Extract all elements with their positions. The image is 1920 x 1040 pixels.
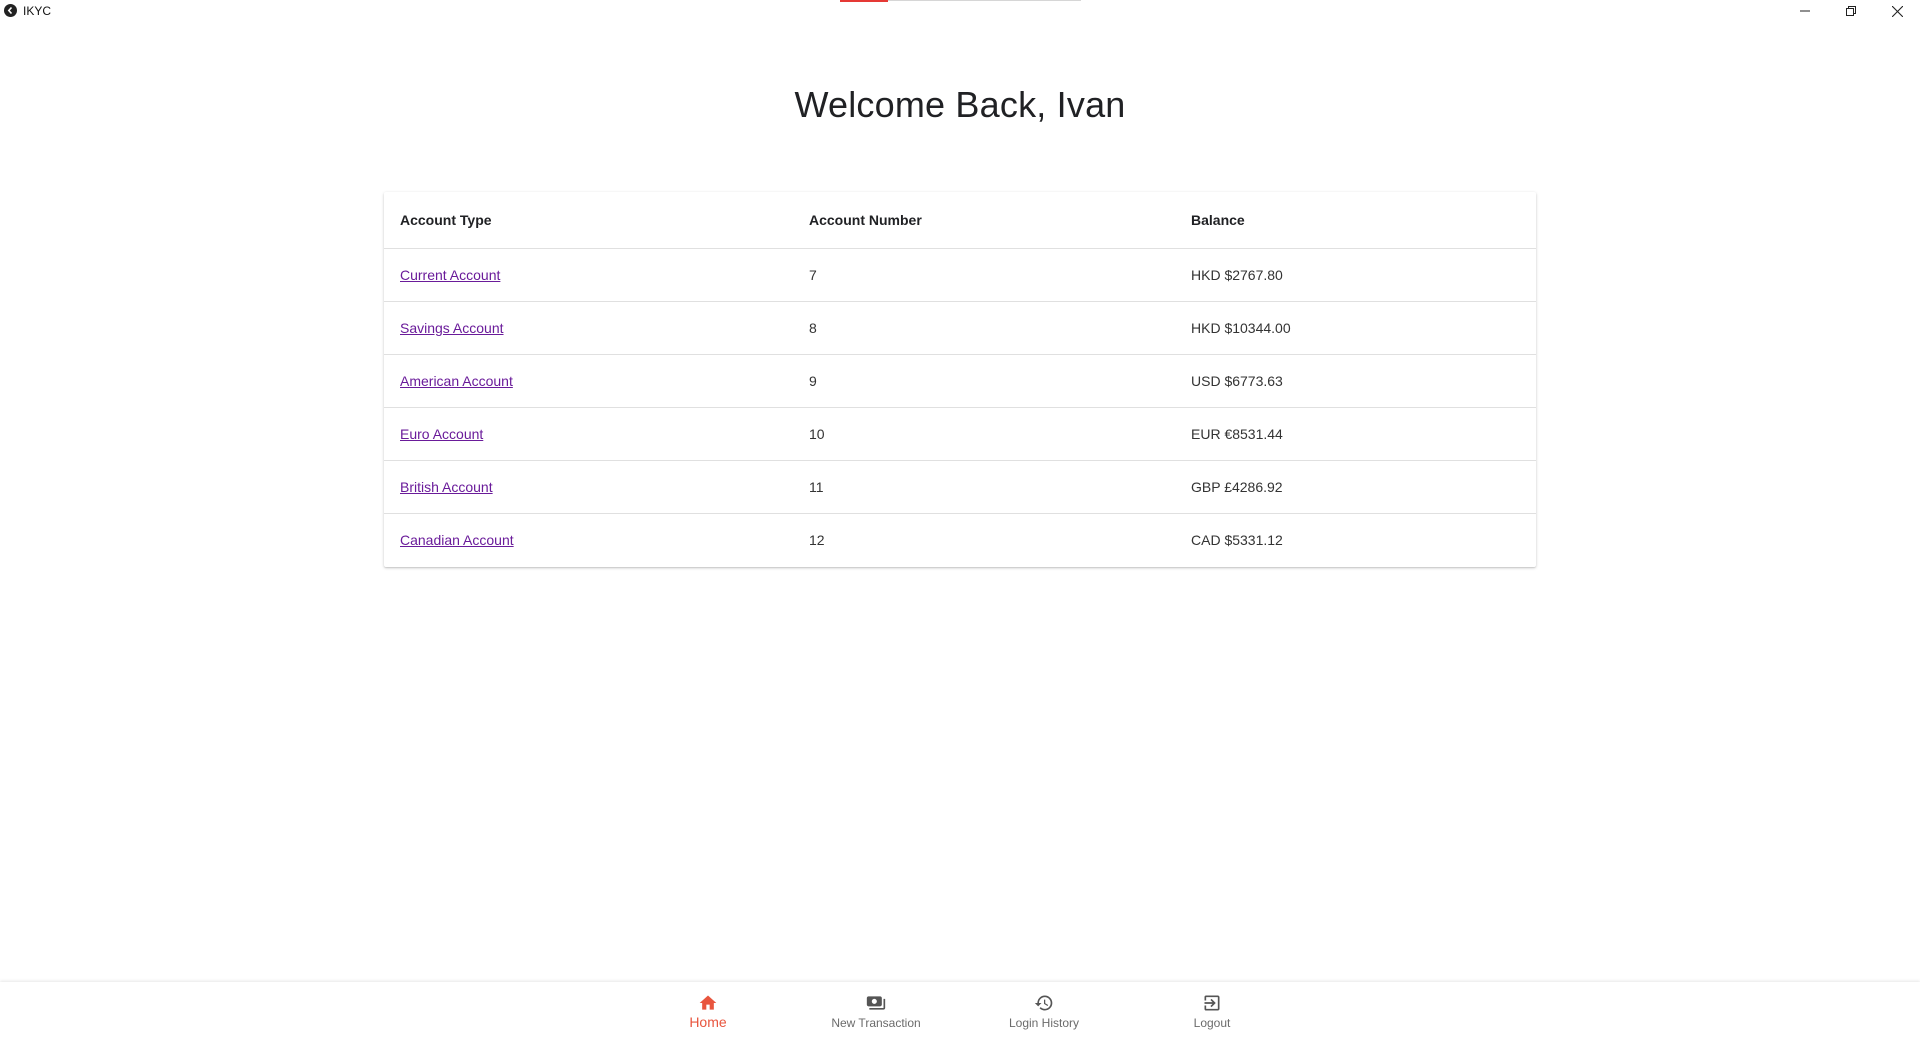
restore-button[interactable] [1828, 0, 1874, 22]
column-header-account-type: Account Type [384, 192, 793, 249]
table-row: American Account 9 USD $6773.63 [384, 354, 1536, 407]
table-row: Euro Account 10 EUR €8531.44 [384, 407, 1536, 460]
account-type-cell: Current Account [384, 248, 793, 301]
account-link[interactable]: Savings Account [400, 320, 504, 336]
table-row: British Account 11 GBP £4286.92 [384, 460, 1536, 513]
account-link[interactable]: Canadian Account [400, 532, 514, 548]
minimize-button[interactable] [1782, 0, 1828, 22]
account-number-cell: 11 [809, 478, 824, 495]
nav-new-transaction-label: New Transaction [831, 1016, 921, 1030]
nav-logout[interactable]: Logout [1128, 982, 1296, 1040]
balance-cell: CAD $5331.12 [1191, 531, 1283, 548]
account-link[interactable]: Euro Account [400, 426, 483, 442]
logout-icon [1201, 993, 1223, 1013]
column-header-balance: Balance [1175, 192, 1536, 249]
table-row: Current Account 7 HKD $2767.80 [384, 248, 1536, 301]
loading-progress-fill [840, 0, 889, 2]
nav-logout-label: Logout [1193, 1016, 1231, 1030]
balance-cell: HKD $2767.80 [1191, 266, 1283, 283]
window-controls [1782, 0, 1920, 22]
table-row: Canadian Account 12 CAD $5331.12 [384, 513, 1536, 566]
accounts-table-card: Account Type Account Number Balance Curr… [384, 192, 1536, 567]
nav-login-history-label: Login History [1008, 1016, 1080, 1030]
close-icon [1891, 5, 1903, 17]
balance-cell: USD $6773.63 [1191, 372, 1283, 389]
balance-cell: HKD $10344.00 [1191, 319, 1291, 336]
balance-cell: GBP £4286.92 [1191, 478, 1283, 495]
home-icon [697, 993, 719, 1013]
cash-icon [865, 993, 887, 1013]
bottom-navigation: Home New Transaction Login History Logou… [0, 982, 1920, 1040]
minimize-icon [1800, 10, 1810, 12]
table-row: Savings Account 8 HKD $10344.00 [384, 301, 1536, 354]
account-type-cell: Canadian Account [384, 513, 793, 566]
nav-home[interactable]: Home [624, 982, 792, 1040]
account-number-cell: 12 [809, 531, 825, 548]
balance-cell: EUR €8531.44 [1191, 425, 1283, 442]
account-type-cell: British Account [384, 460, 793, 513]
nav-login-history[interactable]: Login History [960, 982, 1128, 1040]
account-link[interactable]: British Account [400, 479, 493, 495]
account-type-cell: American Account [384, 354, 793, 407]
close-button[interactable] [1874, 0, 1920, 22]
account-number-cell: 9 [809, 372, 817, 389]
account-link[interactable]: Current Account [400, 267, 500, 283]
account-type-cell: Euro Account [384, 407, 793, 460]
account-type-cell: Savings Account [384, 301, 793, 354]
nav-new-transaction[interactable]: New Transaction [792, 982, 960, 1040]
account-link[interactable]: American Account [400, 373, 513, 389]
account-number-cell: 8 [809, 319, 817, 336]
account-number-cell: 7 [809, 266, 817, 283]
column-header-account-number: Account Number [793, 192, 1175, 249]
restore-icon [1846, 6, 1856, 16]
title-bar: IKYC [0, 0, 1920, 22]
history-icon [1033, 993, 1055, 1013]
window-title: IKYC [23, 4, 52, 18]
welcome-heading: Welcome Back, Ivan [794, 84, 1126, 125]
loading-progress-bar [840, 0, 1081, 2]
app-logo-icon [4, 4, 17, 17]
accounts-table: Account Type Account Number Balance Curr… [384, 192, 1536, 566]
nav-home-label: Home [689, 1014, 727, 1030]
table-header-row: Account Type Account Number Balance [384, 192, 1536, 249]
account-number-cell: 10 [809, 425, 825, 442]
